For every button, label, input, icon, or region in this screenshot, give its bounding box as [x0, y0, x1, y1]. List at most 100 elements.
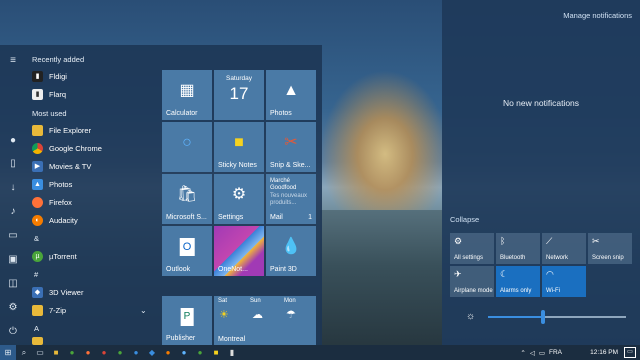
tile-mail[interactable]: Marché Goodfood Tes nouveaux produits...… [266, 174, 316, 224]
quick-action-airplane-mode[interactable]: ✈ Airplane mode [450, 266, 494, 297]
start-rail: ≡ ● ▯ ↓ ♪ ▭ ▣ ◫ ⚙ ⏻ [0, 45, 26, 345]
app-7zip[interactable]: 7-Zip [32, 303, 152, 317]
tile-onenote[interactable]: OneNot... [214, 226, 264, 276]
action-center-icon[interactable]: ▭ [624, 347, 636, 358]
utorrent-icon: µ [32, 250, 43, 262]
firefox-icon [32, 196, 43, 208]
quick-action-screen-snip[interactable]: ✂ Screen snip [588, 233, 632, 264]
tile-settings[interactable]: ⚙ Settings [214, 174, 264, 224]
paint3d-icon: 💧 [281, 238, 301, 255]
wallpaper-rocks [320, 210, 442, 350]
app-audacity[interactable]: ◐ Audacity [32, 213, 152, 227]
flarq-icon: ▮ [32, 88, 43, 100]
app-icon[interactable]: ◆ [144, 345, 160, 360]
tile-calendar[interactable]: Saturday 17 [214, 70, 264, 120]
tile-photos[interactable]: ▲ Photos [266, 70, 316, 120]
app-google-chrome[interactable]: Google Chrome [32, 141, 152, 155]
app-3d-viewer[interactable]: ◆ 3D Viewer [32, 285, 152, 299]
videos-icon[interactable]: ▣ [7, 254, 19, 266]
no-notifications-text: No new notifications [502, 98, 580, 108]
search-icon[interactable]: ⌕ [16, 345, 32, 360]
app-fldigi[interactable]: ▮ Fldigi [32, 69, 152, 83]
chrome-icon[interactable]: ● [96, 345, 112, 360]
tile-outlook[interactable]: O Outlook [162, 226, 212, 276]
tile-sticky-notes[interactable]: ■ Sticky Notes [214, 122, 264, 172]
downloads-icon[interactable]: ↓ [7, 182, 19, 194]
app-photos[interactable]: ▲ Photos [32, 177, 152, 191]
network-tray-icon[interactable]: ▭ [539, 349, 545, 357]
tile-snip-sketch[interactable]: ✂ Snip & Ske... [266, 122, 316, 172]
app-icon[interactable]: ● [112, 345, 128, 360]
quick-action-all-settings[interactable]: ⚙ All settings [450, 233, 494, 264]
chrome-icon [32, 142, 43, 154]
section-hash[interactable]: # [34, 270, 38, 279]
user-avatar-icon[interactable]: ● [7, 135, 19, 147]
tile-microsoft-store[interactable]: 🛍 Microsoft S... [162, 174, 212, 224]
sticky-notes-icon: ■ [234, 134, 244, 151]
fldigi-icon: ▮ [32, 70, 43, 82]
system-tray: ⌃ ◁ ▭ FRA [520, 345, 562, 360]
section-ampersand[interactable]: & [34, 234, 39, 243]
wifi-icon: ◠ [546, 269, 554, 279]
utorrent-icon[interactable]: ● [64, 345, 80, 360]
hamburger-icon[interactable]: ≡ [7, 55, 19, 67]
gear-icon: ⚙ [231, 186, 247, 203]
firefox-icon[interactable]: ● [80, 345, 96, 360]
brightness-icon: ☼ [466, 311, 476, 322]
task-view-icon[interactable]: ▭ [32, 345, 48, 360]
outlook-icon: O [179, 238, 195, 256]
app-icon[interactable]: ● [176, 345, 192, 360]
windows-start-icon[interactable]: ⊞ [0, 345, 16, 360]
tile-paint3d[interactable]: 💧 Paint 3D [266, 226, 316, 276]
folder-icon [32, 337, 43, 345]
collapse-link[interactable]: Collapse [450, 215, 479, 224]
app-next[interactable] [32, 337, 152, 345]
tile-publisher[interactable]: P Publisher [162, 296, 212, 345]
bluetooth-icon: ᛒ [500, 236, 506, 246]
clock[interactable]: 12:16 PM [590, 345, 618, 360]
app-file-explorer[interactable]: File Explorer [32, 123, 152, 137]
app-icon[interactable]: ● [128, 345, 144, 360]
documents-icon[interactable]: ▯ [7, 158, 19, 170]
language-indicator[interactable]: FRA [549, 349, 562, 356]
tile-weather[interactable]: Sat Sun Mon ☀ ☁ ☂ Montreal [214, 296, 316, 345]
quick-action-alarms-only[interactable]: ☾ Alarms only [496, 266, 540, 297]
publisher-icon: P [180, 307, 194, 326]
brightness-slider-thumb[interactable] [541, 310, 545, 324]
pictures-icon[interactable]: ▭ [7, 230, 19, 242]
chevron-down-icon[interactable]: ⌄ [140, 306, 147, 315]
audacity-icon: ◐ [32, 214, 43, 226]
cloud-rain-icon: ☂ [286, 309, 296, 321]
section-a[interactable]: A [34, 324, 39, 333]
settings-icon[interactable]: ⚙ [7, 302, 19, 314]
quick-action-network[interactable]: ⟋ Network [542, 233, 586, 264]
audacity-icon[interactable]: ● [160, 345, 176, 360]
app-icon[interactable]: ■ [208, 345, 224, 360]
file-explorer-icon[interactable]: ■ [48, 345, 64, 360]
quick-action-wifi[interactable]: ◠ Wi-Fi [542, 266, 586, 297]
app-firefox[interactable]: Firefox [32, 195, 152, 209]
fldigi-icon[interactable]: ▮ [224, 345, 240, 360]
cortana-icon: ○ [182, 134, 192, 151]
moon-icon: ☾ [500, 269, 509, 279]
folder-icon [32, 124, 43, 136]
7zip-folder-icon [32, 304, 43, 316]
music-icon[interactable]: ♪ [7, 206, 19, 218]
volume-icon[interactable]: ◁ [530, 349, 535, 357]
tile-cortana[interactable]: ○ [162, 122, 212, 172]
airplane-icon: ✈ [454, 269, 462, 279]
snip-sketch-icon: ✂ [284, 134, 298, 151]
network-folder-icon[interactable]: ◫ [7, 278, 19, 290]
power-icon[interactable]: ⏻ [7, 326, 19, 338]
app-movies-tv[interactable]: ▶ Movies & TV [32, 159, 152, 173]
snip-icon: ✂ [592, 236, 600, 246]
app-utorrent[interactable]: µ µTorrent [32, 249, 152, 263]
app-icon[interactable]: ● [192, 345, 208, 360]
chevron-up-icon[interactable]: ⌃ [520, 349, 525, 357]
photos-icon: ▲ [283, 82, 299, 99]
most-used-heading: Most used [32, 109, 67, 118]
quick-action-bluetooth[interactable]: ᛒ Bluetooth [496, 233, 540, 264]
tile-calculator[interactable]: ▦ Calculator [162, 70, 212, 120]
manage-notifications-link[interactable]: Manage notifications [563, 11, 632, 20]
app-flarq[interactable]: ▮ Flarq [32, 87, 152, 101]
